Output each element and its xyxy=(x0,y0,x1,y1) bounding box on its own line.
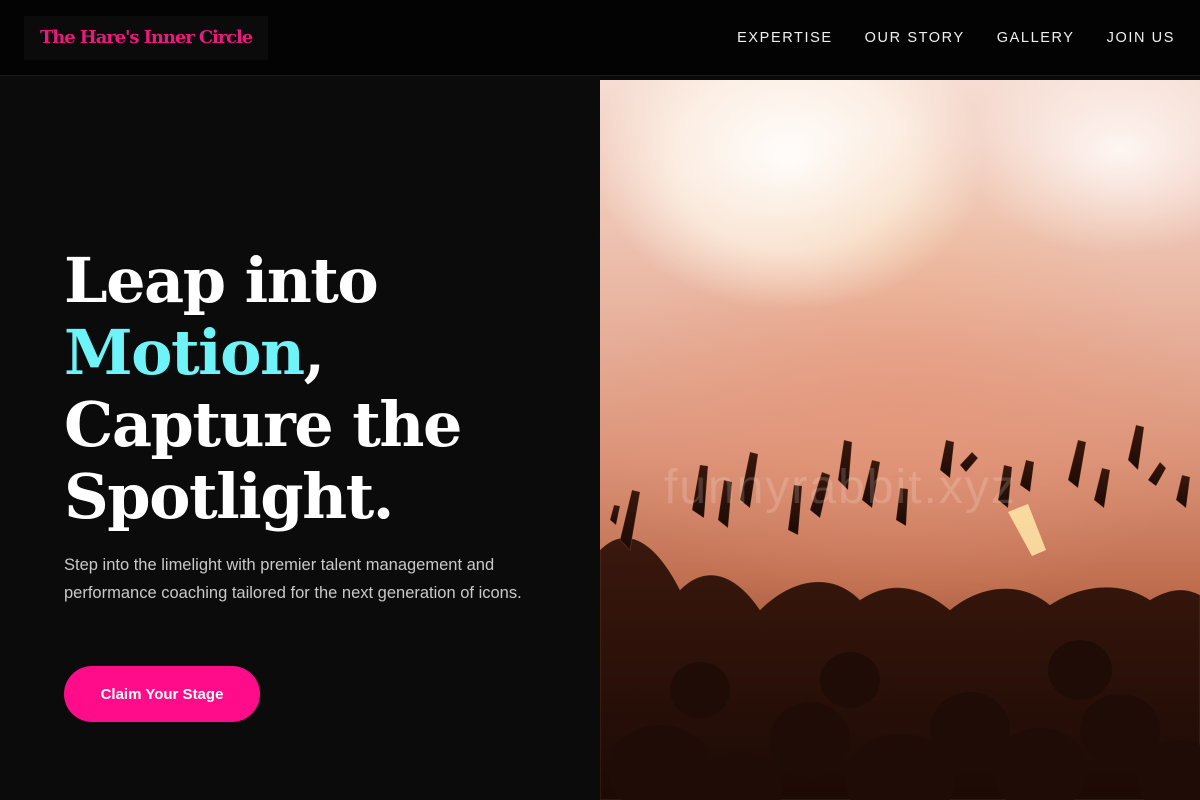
hero-headline: Leap into Motion, Capture the Spotlight. xyxy=(64,245,584,533)
watermark-text: funnyrabbit.xyz xyxy=(664,461,1017,514)
logo[interactable]: The Hare's Inner Circle xyxy=(24,15,269,60)
headline-accent: Motion xyxy=(64,316,305,389)
nav-link-gallery[interactable]: GALLERY xyxy=(997,30,1075,46)
main-nav: EXPERTISE OUR STORY GALLERY JOIN US xyxy=(737,30,1175,46)
hero-section: Leap into Motion, Capture the Spotlight.… xyxy=(0,77,600,800)
headline-line-2: Motion, xyxy=(64,317,584,389)
crowd-silhouette xyxy=(600,130,1200,800)
headline-line-4: Spotlight. xyxy=(64,460,394,533)
nav-link-join-us[interactable]: JOIN US xyxy=(1107,30,1175,46)
headline-accent-suffix: , xyxy=(303,316,326,389)
hero-description: Step into the limelight with premier tal… xyxy=(64,556,522,602)
concert-crowd-image: funnyrabbit.xyz xyxy=(600,80,1200,800)
nav-link-our-story[interactable]: OUR STORY xyxy=(865,30,965,46)
site-header: The Hare's Inner Circle EXPERTISE OUR ST… xyxy=(0,0,1200,76)
headline-line-1: Leap into xyxy=(64,244,379,317)
claim-stage-button[interactable]: Claim Your Stage xyxy=(64,666,260,722)
nav-link-expertise[interactable]: EXPERTISE xyxy=(737,30,833,46)
headline-line-3: Capture the xyxy=(64,388,462,461)
